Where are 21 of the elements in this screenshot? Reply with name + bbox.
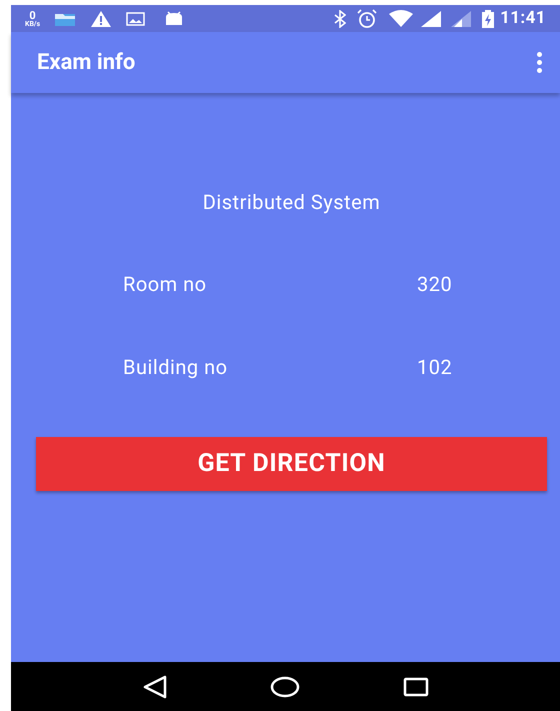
detail-value: 102	[417, 354, 452, 381]
home-icon[interactable]	[270, 674, 300, 698]
recent-apps-icon[interactable]	[402, 676, 429, 698]
signal-icon	[450, 10, 472, 28]
image-icon	[126, 10, 146, 26]
battery-charging-icon	[482, 10, 494, 28]
app-bar-title: Exam info	[37, 49, 136, 77]
detail-label: Room no	[123, 271, 208, 298]
detail-label: Building no	[123, 354, 229, 381]
wifi-icon	[388, 10, 414, 28]
network-speed-value: 0	[29, 10, 36, 20]
back-icon[interactable]	[142, 674, 168, 698]
exam-subject: Distributed System	[202, 189, 382, 216]
android-icon	[164, 10, 184, 26]
get-direction-button[interactable]: GET DIRECTION	[36, 437, 547, 491]
detail-value: 320	[417, 271, 452, 298]
alarm-clock-icon	[356, 8, 378, 28]
signal-icon	[420, 10, 442, 28]
clock-time: 11:41	[500, 6, 546, 30]
bluetooth-icon	[334, 10, 346, 28]
warning-icon	[90, 10, 112, 28]
